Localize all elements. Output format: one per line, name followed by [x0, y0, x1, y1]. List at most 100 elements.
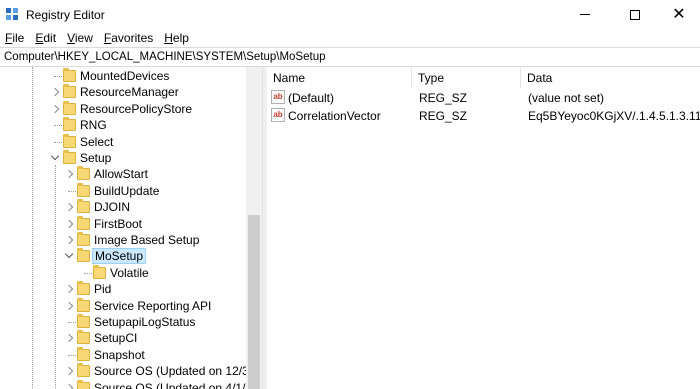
- tree-node-label[interactable]: BuildUpdate: [92, 184, 161, 198]
- minimize-icon: [580, 14, 590, 15]
- tree-vertical-scrollbar[interactable]: [246, 67, 262, 389]
- value-name: CorrelationVector: [288, 109, 381, 123]
- folder-icon: [77, 232, 90, 246]
- tree-node-label[interactable]: ResourceManager: [78, 85, 181, 99]
- tree-node[interactable]: MoSetup: [0, 248, 246, 265]
- tree-connector-line: [54, 141, 62, 143]
- tree-node[interactable]: DJOIN: [0, 199, 246, 215]
- folder-icon: [63, 117, 76, 132]
- chevron-right-icon[interactable]: [50, 103, 60, 115]
- chevron-right-icon[interactable]: [64, 332, 74, 344]
- chevron-right-icon[interactable]: [64, 365, 74, 377]
- close-button[interactable]: ✕: [656, 0, 700, 29]
- column-header-type[interactable]: Type: [412, 67, 521, 88]
- tree-node-label[interactable]: MoSetup: [92, 248, 147, 265]
- registry-key-tree[interactable]: MountedDevices ResourceManager ResourcePol…: [0, 67, 262, 389]
- tree-node[interactable]: Source OS (Updated on 4/1/202: [0, 379, 262, 389]
- minimize-button[interactable]: [562, 0, 608, 29]
- tree-node[interactable]: AllowStart: [0, 166, 246, 182]
- tree-node[interactable]: ResourcePolicyStore: [0, 100, 246, 117]
- tree-node[interactable]: Image Based Setup: [0, 232, 246, 248]
- tree-node-label[interactable]: FirstBoot: [92, 217, 144, 231]
- tree-node[interactable]: SetupCI: [0, 330, 246, 346]
- tree-node-label[interactable]: Select: [78, 135, 115, 149]
- tree-node-label[interactable]: ResourcePolicyStore: [78, 102, 194, 116]
- folder-icon: [77, 330, 90, 345]
- tree-node[interactable]: FirstBoot: [0, 215, 246, 232]
- tree-connector-line: [68, 322, 76, 323]
- tree-node[interactable]: RNG: [0, 117, 246, 133]
- tree-node[interactable]: SetupapiLogStatus: [0, 314, 246, 330]
- tree-node-label[interactable]: DJOIN: [92, 200, 132, 214]
- tree-node-label[interactable]: Setup: [78, 151, 113, 165]
- tree-node-label[interactable]: MountedDevices: [78, 69, 171, 83]
- maximize-button[interactable]: [612, 0, 658, 29]
- folder-icon: [77, 314, 90, 328]
- tree-node-label[interactable]: Pid: [92, 282, 113, 296]
- tree-node-label[interactable]: Source OS (Updated on 4/1/202: [92, 381, 262, 389]
- menu-label-rest: iew: [74, 31, 93, 45]
- menu-label-rest: dit: [43, 31, 57, 45]
- value-row[interactable]: ab (Default) REG_SZ (value not set): [267, 89, 700, 107]
- address-bar[interactable]: Computer\HKEY_LOCAL_MACHINE\SYSTEM\Setup…: [0, 47, 700, 67]
- chevron-right-icon[interactable]: [50, 86, 60, 98]
- folder-icon: [63, 133, 76, 148]
- menu-accel-letter: V: [67, 31, 75, 45]
- chevron-right-icon[interactable]: [64, 201, 74, 213]
- menu-label-rest: elp: [172, 31, 189, 45]
- tree-node-label[interactable]: Image Based Setup: [92, 233, 201, 247]
- value-row[interactable]: ab CorrelationVector REG_SZ Eq5BYeyoc0KGjXV…: [267, 107, 700, 125]
- string-value-icon: ab: [271, 90, 285, 104]
- tree-scrollbar-thumb[interactable]: [248, 215, 260, 389]
- column-header-name[interactable]: Name: [267, 67, 412, 88]
- tree-node[interactable]: Pid: [0, 281, 246, 297]
- chevron-down-icon[interactable]: [50, 152, 60, 164]
- folder-icon: [77, 363, 90, 378]
- tree-node[interactable]: ResourceManager: [0, 84, 246, 100]
- menu-view[interactable]: View: [67, 31, 93, 45]
- folder-icon: [63, 100, 76, 115]
- chevron-down-icon[interactable]: [64, 250, 74, 262]
- menu-edit[interactable]: Edit: [35, 31, 56, 45]
- tree-node[interactable]: Service Reporting API: [0, 297, 246, 314]
- chevron-right-icon[interactable]: [64, 283, 74, 295]
- folder-icon: [63, 150, 76, 164]
- title-bar: Registry Editor ✕: [0, 0, 700, 29]
- folder-icon: [63, 84, 76, 99]
- tree-node-label[interactable]: SetupapiLogStatus: [92, 315, 197, 329]
- menu-accel-letter: H: [164, 31, 173, 45]
- tree-node[interactable]: BuildUpdate: [0, 182, 246, 199]
- registry-values-list: Name Type Data ab (Default) REG_SZ (value n…: [267, 67, 700, 389]
- chevron-right-icon[interactable]: [64, 218, 74, 230]
- chevron-right-icon[interactable]: [64, 382, 74, 389]
- tree-node-label[interactable]: RNG: [78, 118, 109, 132]
- tree-node-label[interactable]: SetupCI: [92, 331, 139, 345]
- tree-connector-line: [84, 272, 92, 274]
- column-header-data[interactable]: Data: [521, 67, 700, 88]
- tree-node[interactable]: MountedDevices: [0, 68, 246, 84]
- tree-node[interactable]: Setup: [0, 150, 246, 166]
- menu-help[interactable]: Help: [164, 31, 189, 45]
- folder-icon: [77, 281, 90, 296]
- chevron-right-icon[interactable]: [64, 234, 74, 246]
- tree-node[interactable]: Select: [0, 133, 246, 150]
- tree-node-label[interactable]: Service Reporting API: [92, 299, 213, 313]
- chevron-right-icon[interactable]: [64, 300, 74, 312]
- tree-node-label[interactable]: Snapshot: [92, 348, 147, 362]
- menu-file[interactable]: File: [5, 31, 24, 45]
- folder-icon: [77, 166, 90, 181]
- menu-favorites[interactable]: Favorites: [104, 31, 153, 45]
- tree-node[interactable]: Snapshot: [0, 346, 246, 363]
- close-icon: ✕: [672, 5, 686, 23]
- tree-node[interactable]: Volatile: [0, 264, 246, 281]
- tree-node[interactable]: Source OS (Updated on 12/31/2: [0, 363, 262, 379]
- menu-label-rest: ile: [12, 31, 25, 45]
- registry-editor-app-icon: [6, 8, 19, 21]
- tree-node-label[interactable]: Volatile: [108, 266, 151, 280]
- tree-node-label[interactable]: AllowStart: [92, 167, 150, 181]
- tree-node-label[interactable]: Source OS (Updated on 12/31/2: [92, 364, 262, 378]
- menu-label-rest: avorites: [111, 31, 154, 45]
- tree-connector-line: [54, 76, 62, 77]
- chevron-right-icon[interactable]: [64, 168, 74, 180]
- folder-icon: [77, 346, 90, 361]
